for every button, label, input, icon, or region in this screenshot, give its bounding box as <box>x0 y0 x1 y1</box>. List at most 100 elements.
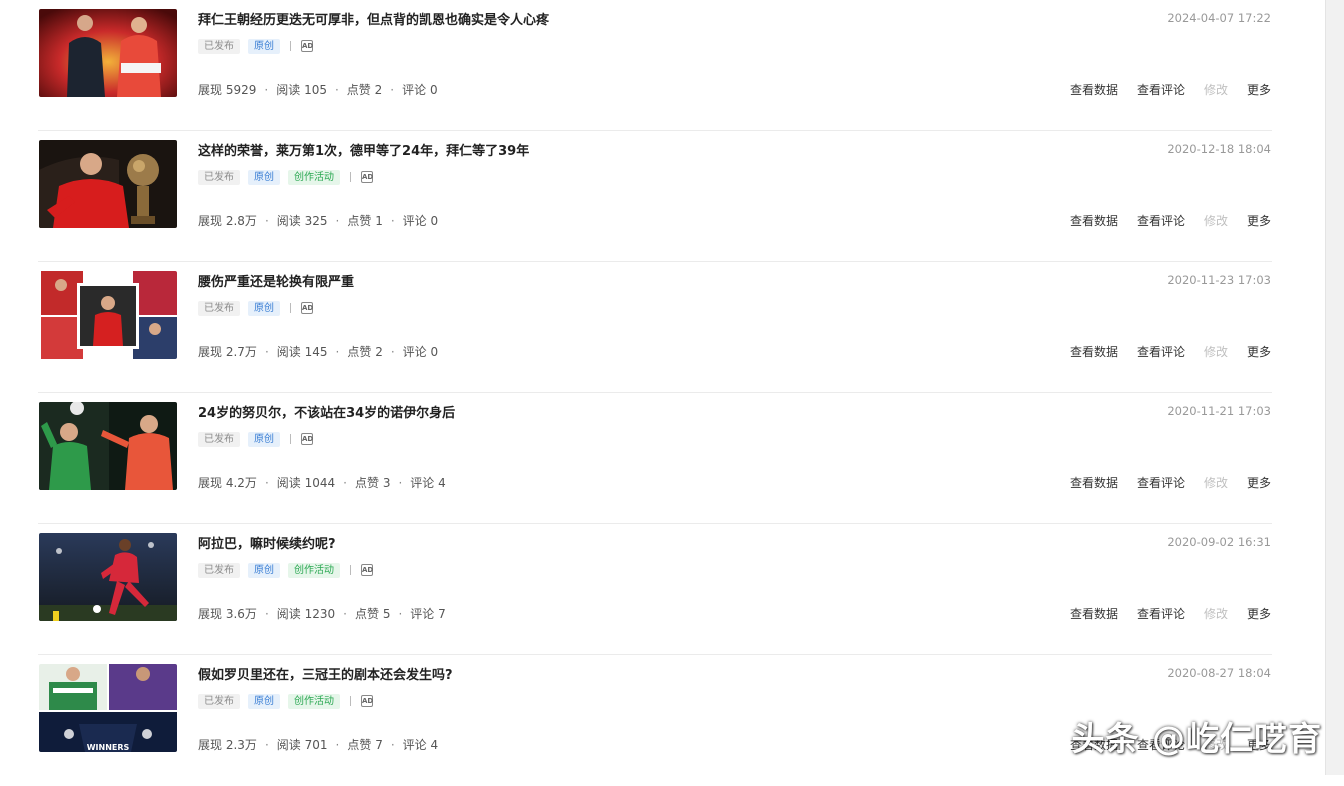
article-row: 腰伤严重还是轮换有限严重 2020-11-23 17:03 已发布 原创 AD … <box>38 262 1272 393</box>
view-data-link[interactable]: 查看数据 <box>1070 81 1118 98</box>
article-actions: 查看数据 查看评论 修改 更多 <box>1051 343 1271 360</box>
impressions-value: 4.2万 <box>225 476 257 490</box>
ad-icon: AD <box>301 302 314 314</box>
article-thumbnail[interactable] <box>39 9 177 97</box>
comments-label: 评论 <box>402 83 427 97</box>
view-data-link[interactable]: 查看数据 <box>1070 343 1118 360</box>
divider <box>290 303 291 313</box>
article-thumbnail[interactable] <box>39 402 177 490</box>
status-badge: 已发布 <box>198 562 240 578</box>
bullet-separator: · <box>390 737 395 752</box>
article-list: 拜仁王朝经历更迭无可厚非，但点背的凯恩也确实是令人心疼 2024-04-07 1… <box>38 0 1272 786</box>
edit-link[interactable]: 修改 <box>1204 474 1228 491</box>
more-link[interactable]: 更多 <box>1247 474 1271 491</box>
article-stats: 展现 3.6万 · 阅读 1230 · 点赞 5 · 评论 7 <box>198 605 446 622</box>
reads-value: 1230 <box>304 606 336 621</box>
article-stats: 展现 2.7万 · 阅读 145 · 点赞 2 · 评论 0 <box>198 343 438 360</box>
likes-value: 2 <box>374 82 383 97</box>
comments-value: 7 <box>438 606 446 621</box>
ad-icon: AD <box>361 171 374 183</box>
likes-value: 1 <box>375 213 383 228</box>
impressions-value: 5929 <box>225 82 257 97</box>
impressions-value: 2.3万 <box>225 738 257 752</box>
tag-row: 已发布 原创 AD <box>198 431 313 447</box>
impressions-value: 3.6万 <box>225 607 257 621</box>
article-title[interactable]: 阿拉巴，嘛时候续约呢? <box>198 533 336 552</box>
tag-row: 已发布 原创 创作活动 AD <box>198 693 373 709</box>
original-badge: 原创 <box>248 431 280 447</box>
publish-date: 2020-09-02 16:31 <box>1167 535 1271 549</box>
activity-badge: 创作活动 <box>288 693 340 709</box>
view-comments-link[interactable]: 查看评论 <box>1137 605 1185 622</box>
article-row: 拜仁王朝经历更迭无可厚非，但点背的凯恩也确实是令人心疼 2024-04-07 1… <box>38 0 1272 131</box>
edit-link[interactable]: 修改 <box>1204 343 1228 360</box>
impressions-label: 展现 <box>198 738 223 752</box>
likes-label: 点赞 <box>347 214 372 228</box>
reads-value: 1044 <box>304 475 336 490</box>
view-comments-link[interactable]: 查看评论 <box>1137 81 1185 98</box>
bullet-separator: · <box>335 737 340 752</box>
publish-date: 2020-11-21 17:03 <box>1167 404 1271 418</box>
publish-date: 2020-12-18 18:04 <box>1167 142 1271 156</box>
view-comments-link[interactable]: 查看评论 <box>1137 343 1185 360</box>
article-title[interactable]: 拜仁王朝经历更迭无可厚非，但点背的凯恩也确实是令人心疼 <box>198 9 549 28</box>
bullet-separator: · <box>264 82 269 97</box>
scrollbar[interactable] <box>1325 0 1344 775</box>
likes-value: 3 <box>382 475 391 490</box>
more-link[interactable]: 更多 <box>1247 212 1271 229</box>
edit-link[interactable]: 修改 <box>1204 605 1228 622</box>
likes-label: 点赞 <box>354 607 379 621</box>
winners-banner-text: WINNERS <box>87 743 130 752</box>
article-thumbnail[interactable]: WINNERS <box>39 664 177 752</box>
view-comments-link[interactable]: 查看评论 <box>1137 212 1185 229</box>
impressions-value: 2.7万 <box>225 345 257 359</box>
reads-label: 阅读 <box>276 476 301 490</box>
impressions-label: 展现 <box>198 476 223 490</box>
publish-date: 2020-08-27 18:04 <box>1167 666 1271 680</box>
article-title[interactable]: 假如罗贝里还在，三冠王的剧本还会发生吗? <box>198 664 453 683</box>
ad-icon: AD <box>301 433 314 445</box>
view-data-link[interactable]: 查看数据 <box>1070 474 1118 491</box>
comments-label: 评论 <box>402 738 427 752</box>
edit-link[interactable]: 修改 <box>1204 212 1228 229</box>
comments-value: 4 <box>430 737 439 752</box>
bullet-separator: · <box>343 475 347 490</box>
more-link[interactable]: 更多 <box>1247 81 1271 98</box>
status-badge: 已发布 <box>198 169 240 185</box>
view-data-link[interactable]: 查看数据 <box>1070 212 1118 229</box>
likes-label: 点赞 <box>347 345 372 359</box>
article-thumbnail[interactable] <box>39 140 177 228</box>
tag-row: 已发布 原创 AD <box>198 38 313 54</box>
publish-date: 2024-04-07 17:22 <box>1167 11 1271 25</box>
article-title[interactable]: 24岁的努贝尔，不该站在34岁的诺伊尔身后 <box>198 402 455 421</box>
original-badge: 原创 <box>248 562 280 578</box>
original-badge: 原创 <box>248 693 280 709</box>
article-stats: 展现 2.3万 · 阅读 701 · 点赞 7 · 评论 4 <box>198 736 438 753</box>
status-badge: 已发布 <box>198 38 240 54</box>
reads-value: 105 <box>304 82 327 97</box>
article-thumbnail[interactable] <box>39 271 177 359</box>
edit-link[interactable]: 修改 <box>1204 81 1228 98</box>
article-actions: 查看数据 查看评论 修改 更多 <box>1051 605 1271 622</box>
article-title[interactable]: 这样的荣誉，莱万第1次，德甲等了24年，拜仁等了39年 <box>198 140 529 159</box>
article-stats: 展现 5929 · 阅读 105 · 点赞 2 · 评论 0 <box>198 81 438 98</box>
reads-label: 阅读 <box>276 83 301 97</box>
comments-label: 评论 <box>402 345 427 359</box>
likes-value: 5 <box>382 606 391 621</box>
comments-value: 0 <box>430 213 439 228</box>
bullet-separator: · <box>335 213 340 228</box>
view-comments-link[interactable]: 查看评论 <box>1137 474 1185 491</box>
divider <box>350 565 351 575</box>
article-actions: 查看数据 查看评论 修改 更多 <box>1051 212 1271 229</box>
impressions-label: 展现 <box>198 214 223 228</box>
bullet-separator: · <box>264 344 269 359</box>
bullet-separator: · <box>343 606 347 621</box>
more-link[interactable]: 更多 <box>1247 605 1271 622</box>
article-title[interactable]: 腰伤严重还是轮换有限严重 <box>198 271 354 290</box>
more-link[interactable]: 更多 <box>1247 343 1271 360</box>
likes-label: 点赞 <box>346 83 371 97</box>
comments-label: 评论 <box>402 214 427 228</box>
view-data-link[interactable]: 查看数据 <box>1070 605 1118 622</box>
article-thumbnail[interactable] <box>39 533 177 621</box>
bullet-separator: · <box>264 737 269 752</box>
